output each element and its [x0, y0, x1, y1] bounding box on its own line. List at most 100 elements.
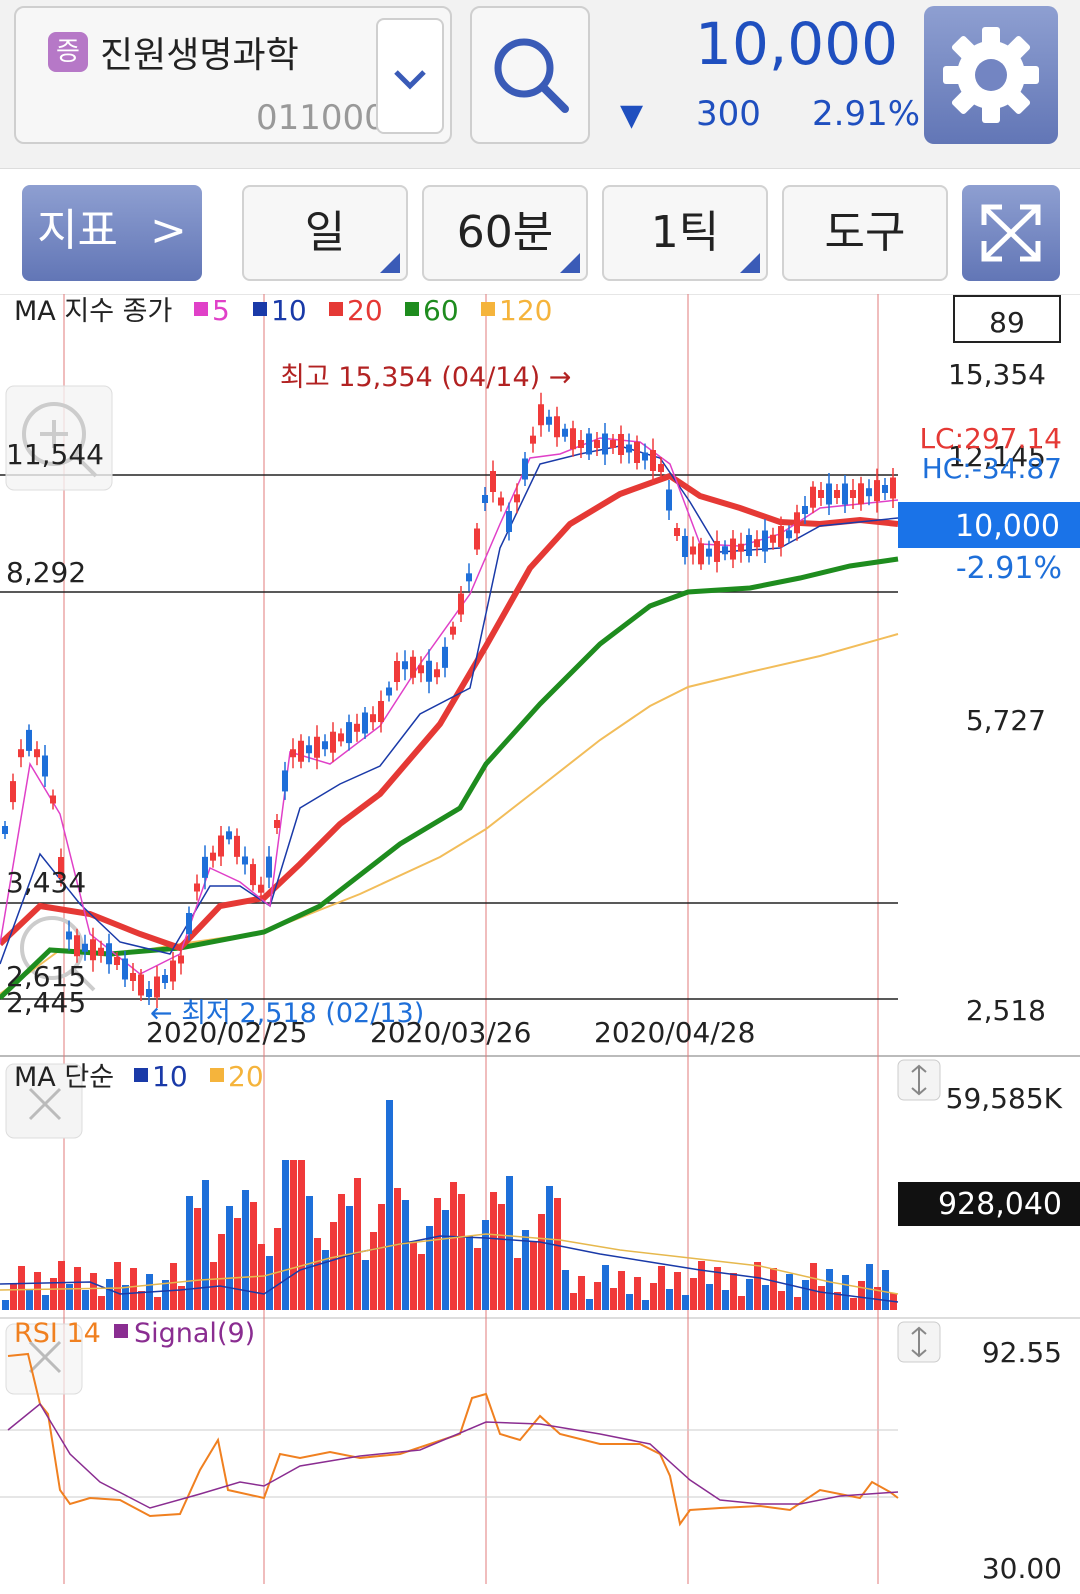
candle-body: [394, 661, 400, 682]
volume-bar: [106, 1279, 113, 1310]
volume-bar: [242, 1190, 249, 1310]
stock-selector[interactable]: 증 진원생명과학 011000: [14, 6, 452, 144]
volume-bar: [42, 1295, 49, 1310]
volume-bar: [522, 1230, 529, 1310]
candle-body: [162, 975, 168, 983]
legend-label: 5: [212, 294, 230, 327]
candle-body: [242, 856, 248, 865]
period-tick-label: 1틱: [650, 207, 720, 258]
volume-bar: [754, 1262, 761, 1310]
candle-body: [130, 973, 136, 981]
volume-bar: [578, 1276, 585, 1310]
volume-bar: [514, 1258, 521, 1310]
candle-body: [498, 497, 504, 506]
legend-swatch: [194, 302, 208, 316]
candle-body: [114, 957, 120, 965]
volume-bar: [466, 1236, 473, 1310]
volume-bar: [338, 1194, 345, 1310]
volume-bar: [194, 1208, 201, 1310]
volume-bar: [658, 1266, 665, 1310]
volume-bar: [130, 1268, 137, 1310]
legend-swatch: [210, 1068, 224, 1082]
volume-bar: [594, 1282, 601, 1310]
volume-bar: [474, 1248, 481, 1310]
period-60min-button[interactable]: 60분: [422, 185, 588, 281]
date-label-3: 2020/04/28: [594, 1016, 755, 1049]
candle-body: [234, 835, 240, 857]
volume-bar: [562, 1270, 569, 1310]
volume-bar: [634, 1277, 641, 1310]
settings-button[interactable]: [924, 6, 1058, 144]
candle-body: [450, 626, 456, 635]
candle-body: [346, 722, 352, 744]
candle-body: [490, 471, 496, 492]
candle-body: [466, 573, 472, 582]
volume-bar: [354, 1178, 361, 1310]
candle-body: [338, 733, 344, 742]
candle-body: [418, 665, 424, 674]
candle-body: [186, 913, 192, 934]
volume-bar: [330, 1222, 337, 1310]
candle-body: [618, 434, 624, 455]
candle-body: [562, 428, 568, 437]
volume-bar: [618, 1271, 625, 1310]
fullscreen-button[interactable]: [962, 185, 1060, 281]
volume-bar: [90, 1273, 97, 1310]
volume-bar: [602, 1265, 609, 1310]
candle-body: [514, 494, 520, 503]
period-day-button[interactable]: 일: [242, 185, 408, 281]
candle-body: [34, 749, 40, 758]
legend-label: 10: [271, 294, 307, 327]
candle-body: [18, 749, 24, 758]
candle-body: [706, 548, 712, 557]
volume-bar: [250, 1202, 257, 1310]
volume-bar: [2, 1300, 9, 1310]
candle-body: [330, 731, 336, 753]
tools-button[interactable]: 도구: [782, 185, 948, 281]
volume-bar: [306, 1196, 313, 1310]
volume-bar: [34, 1272, 41, 1310]
stock-dropdown-button[interactable]: [376, 18, 444, 134]
volume-bar: [226, 1206, 233, 1310]
dropdown-triangle-icon: [380, 253, 400, 273]
lc-label: LC:297.14: [919, 422, 1062, 455]
price-chart-area[interactable]: 최고 15,354 (04/14) → ← 최저 2,518 (02/13) M…: [0, 294, 1080, 1594]
high-price-note: 최고 15,354 (04/14) →: [280, 362, 571, 393]
legend-label: 20: [228, 1060, 264, 1093]
candle-body: [10, 781, 16, 803]
period-60min-label: 60분: [456, 207, 554, 258]
indicator-label: 지표: [37, 205, 119, 256]
candle-body: [658, 464, 664, 472]
volume-bar: [738, 1296, 745, 1310]
stock-code: 011000: [256, 98, 386, 138]
volume-bar: [714, 1267, 721, 1310]
search-button[interactable]: [470, 6, 590, 144]
volume-bar: [434, 1198, 441, 1310]
volume-bar: [786, 1274, 793, 1310]
candle-body: [810, 486, 816, 508]
candle-body: [226, 831, 232, 840]
volume-bar: [554, 1198, 561, 1310]
volume-bar: [610, 1288, 617, 1310]
volume-bar: [282, 1160, 289, 1310]
volume-bar: [858, 1281, 865, 1310]
stock-header: 증 진원생명과학 011000 10,000 ▼ 300 2.91%: [0, 0, 1080, 168]
candle-body: [538, 404, 544, 426]
legend-swatch: [329, 302, 343, 316]
volume-bar: [730, 1273, 737, 1310]
volume-bar: [546, 1186, 553, 1310]
candle-body: [834, 490, 840, 498]
candle-body: [426, 660, 432, 682]
period-tick-button[interactable]: 1틱: [602, 185, 768, 281]
ref-label-8292: 8,292: [6, 556, 86, 589]
volume-bar: [18, 1266, 25, 1310]
volume-bar: [802, 1280, 809, 1310]
volume-max-label: 59,585K: [946, 1082, 1063, 1115]
candle-body: [258, 884, 264, 893]
indicator-button[interactable]: 지표 >: [22, 185, 202, 281]
rsi-bottom-label: 30.00: [982, 1552, 1062, 1585]
volume-bar: [642, 1300, 649, 1310]
volume-bar: [650, 1283, 657, 1310]
volume-bar: [586, 1299, 593, 1310]
volume-bar: [498, 1204, 505, 1310]
